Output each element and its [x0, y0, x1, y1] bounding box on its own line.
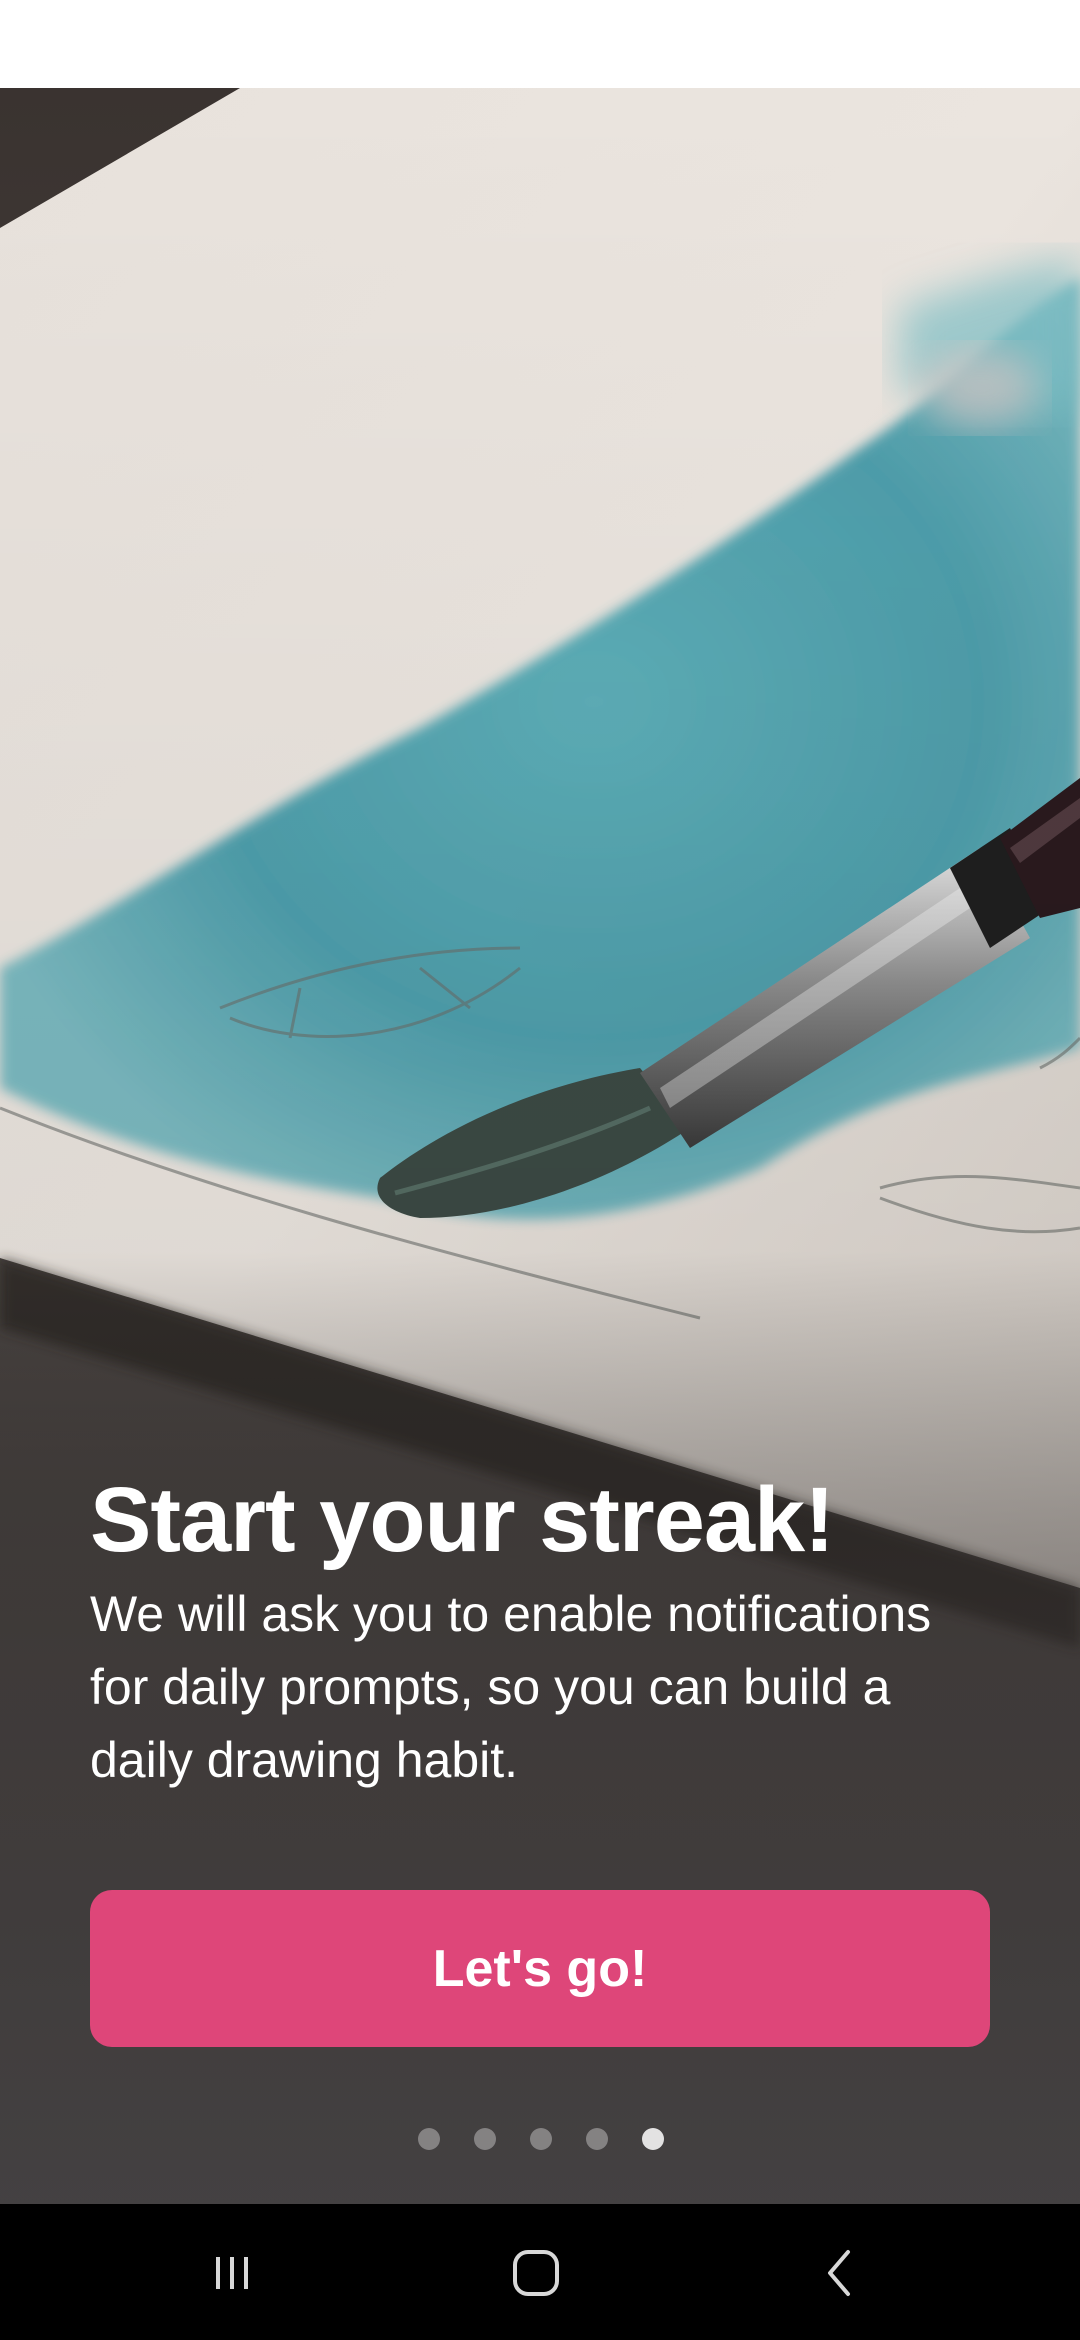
onboarding-screen: Start your streak! We will ask you to en… — [0, 0, 1080, 2340]
onboarding-description: We will ask you to enable notifications … — [90, 1586, 932, 1788]
back-button[interactable] — [780, 2224, 900, 2320]
page-dot — [530, 2128, 552, 2150]
navigation-bar — [0, 2204, 1080, 2340]
home-button[interactable] — [476, 2224, 596, 2320]
page-dot — [586, 2128, 608, 2150]
recents-button[interactable] — [172, 2224, 292, 2320]
recents-icon — [216, 2257, 248, 2289]
page-dot-active — [642, 2128, 664, 2150]
page-dot — [474, 2128, 496, 2150]
back-icon — [828, 2250, 850, 2296]
lets-go-button[interactable]: Let's go! — [90, 1890, 990, 2047]
hero-image — [0, 88, 1080, 2204]
home-icon — [513, 2250, 559, 2296]
status-bar — [0, 0, 1080, 88]
onboarding-title: Start your streak! — [90, 1469, 835, 1571]
onboarding-content: Start your streak! We will ask you to en… — [90, 1470, 1000, 1797]
page-dot — [418, 2128, 440, 2150]
page-indicator — [1, 2128, 1080, 2154]
